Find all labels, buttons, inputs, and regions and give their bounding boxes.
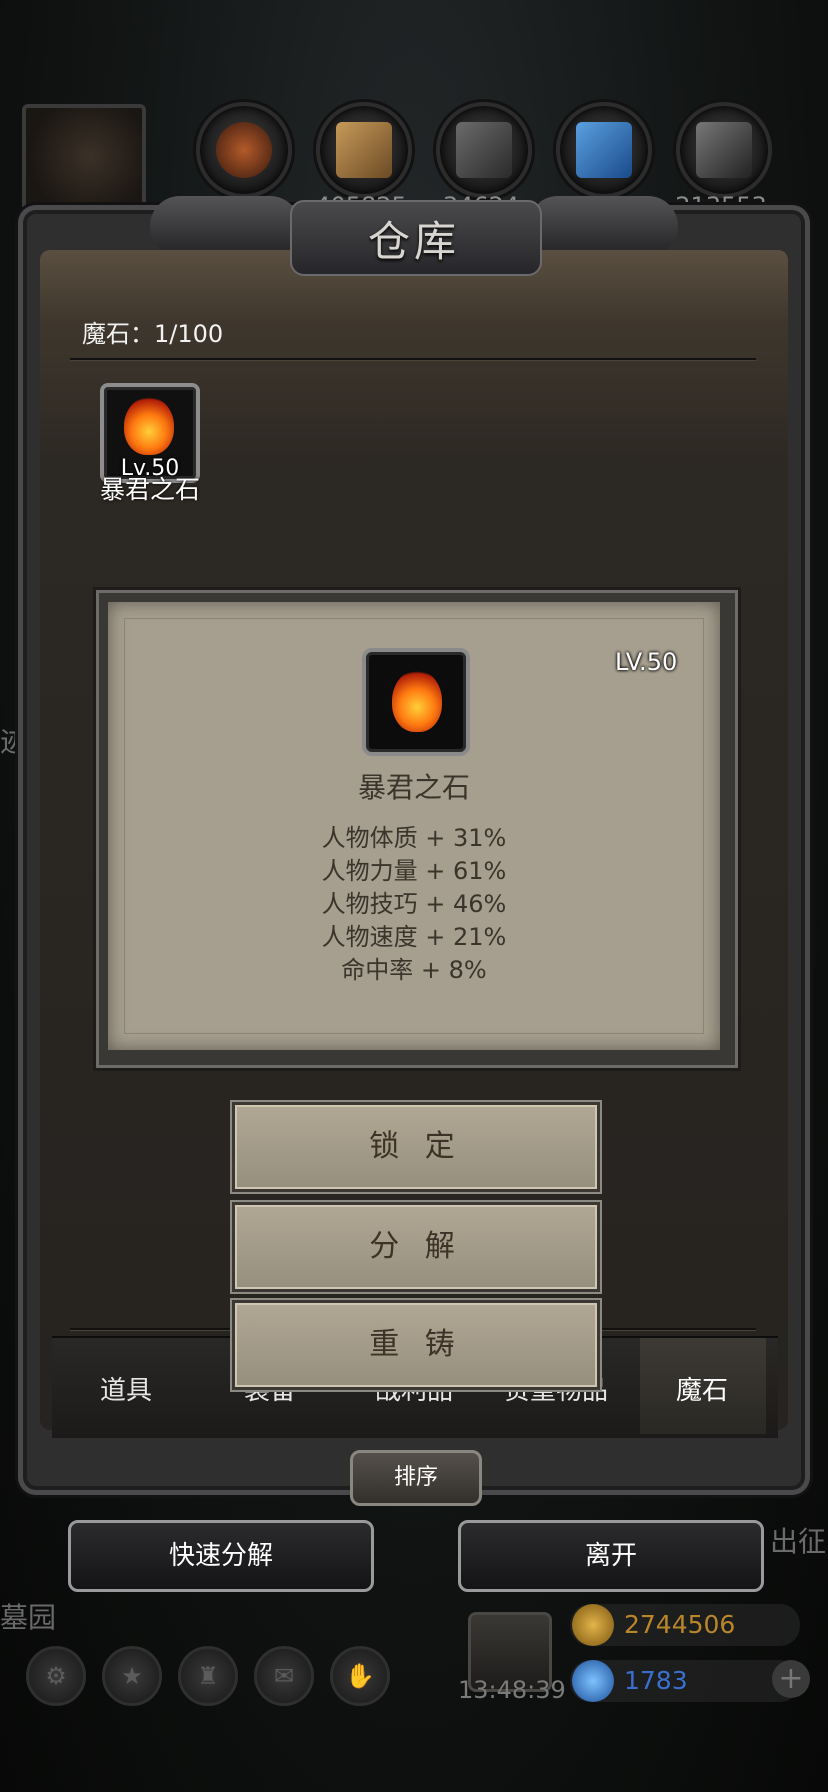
stat-line: 人物技巧 + 46% — [321, 890, 507, 918]
inventory-slot[interactable]: Lv.50 — [100, 383, 200, 483]
magic-stone-count: 魔石：1/100 — [82, 320, 224, 348]
gold-amount: 2744506 — [624, 1610, 736, 1639]
stat-line: 人物体质 + 31% — [321, 824, 507, 852]
gem-amount: 1783 — [624, 1666, 688, 1695]
fire-stone-icon — [124, 397, 174, 455]
resource-stone-icon — [436, 102, 532, 198]
divider-top — [70, 358, 756, 360]
leave-button[interactable]: 离开 — [458, 1520, 764, 1592]
frame-ornament-left — [150, 196, 300, 256]
stat-line: 人物力量 + 61% — [321, 857, 507, 885]
page-title: 仓库 — [367, 217, 460, 266]
fire-stone-icon — [392, 670, 442, 732]
player-avatar[interactable] — [22, 104, 146, 220]
reforge-button[interactable]: 重 铸 — [232, 1300, 600, 1390]
settings-icon[interactable]: ⚙ — [26, 1646, 86, 1706]
resource-wood-icon — [316, 102, 412, 198]
add-gems-button[interactable]: + — [772, 1660, 810, 1698]
frame-ornament-right — [528, 196, 678, 256]
gold-coin-icon — [572, 1604, 614, 1646]
resource-meat-icon — [196, 102, 292, 198]
lock-button[interactable]: 锁 定 — [232, 1102, 600, 1192]
quick-decompose-button[interactable]: 快速分解 — [68, 1520, 374, 1592]
tab-items[interactable]: 道具 — [56, 1370, 196, 1407]
detail-item-name: 暴君之石 — [357, 771, 470, 804]
sort-button[interactable]: 排序 — [350, 1450, 482, 1506]
mail-icon[interactable]: ✉ — [254, 1646, 314, 1706]
stat-line: 命中率 + 8% — [341, 956, 487, 984]
item-name: 暴君之石 — [99, 475, 200, 504]
decompose-button[interactable]: 分 解 — [232, 1202, 600, 1292]
gem-icon — [572, 1660, 614, 1702]
clock-text: 13:48:39 — [458, 1676, 566, 1704]
bg-label-expedition: 出征 — [770, 1525, 827, 1558]
tab-magic-stone[interactable]: 魔石 — [632, 1370, 772, 1407]
resource-iron-icon — [676, 102, 772, 198]
detail-item-icon — [362, 648, 470, 756]
detail-stats: 人物体质 + 31% 人物力量 + 61% 人物技巧 + 46% 人物速度 + … — [108, 822, 720, 987]
resource-crystal-icon — [556, 102, 652, 198]
bg-label-graveyard: 墓园 — [0, 1601, 57, 1634]
castle-icon[interactable]: ♜ — [178, 1646, 238, 1706]
achievement-icon[interactable]: ★ — [102, 1646, 162, 1706]
handshake-icon[interactable]: ✋ — [330, 1646, 390, 1706]
detail-level: LV.50 — [615, 648, 678, 676]
stat-line: 人物速度 + 21% — [321, 923, 507, 951]
